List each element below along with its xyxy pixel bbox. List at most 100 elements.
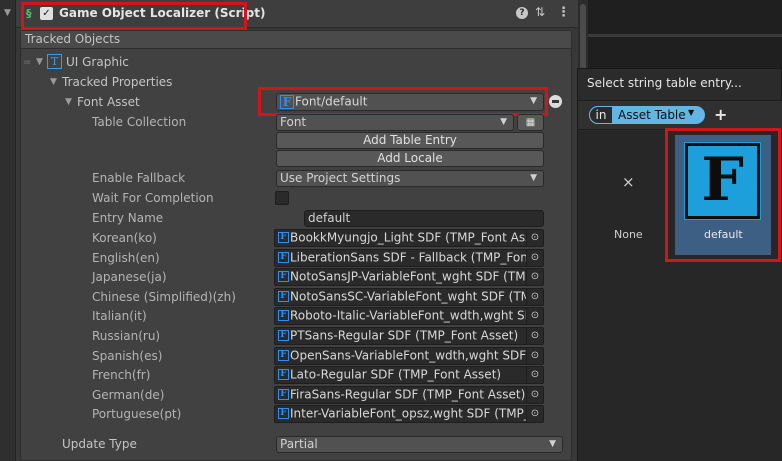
expand-tracked-properties-icon[interactable]: ▼ <box>50 77 57 87</box>
locale-font-field[interactable]: F LiberationSans SDF - Fallback (TMP_Font… <box>274 249 544 267</box>
wait-for-completion-label: Wait For Completion <box>92 191 214 205</box>
enable-fallback-dropdown[interactable]: Use Project Settings ▼ <box>276 170 544 187</box>
entry-tile-none[interactable]: × None <box>590 150 664 254</box>
font-asset-icon: F <box>278 389 289 400</box>
add-table-entry-button[interactable]: Add Table Entry <box>276 132 544 149</box>
add-filter-icon[interactable]: + <box>714 105 727 124</box>
table-grid-icon: ▦ <box>525 117 536 128</box>
locale-font-value: Lato-Regular SDF (TMP_Font Asset) <box>290 367 502 382</box>
font-asset-dropdown[interactable]: F Font/default ▼ <box>276 93 544 111</box>
expand-ui-graphic-icon[interactable]: ▼ <box>36 57 43 67</box>
entry-tile-default[interactable]: F default <box>675 135 771 255</box>
font-asset-icon: F <box>278 232 289 243</box>
chevron-down-icon: ▼ <box>530 96 537 106</box>
help-icon[interactable]: ? <box>516 7 528 19</box>
object-picker-icon[interactable]: ⊙ <box>526 348 543 364</box>
tracked-properties-label: Tracked Properties <box>62 75 173 89</box>
update-type-value: Partial <box>280 437 318 451</box>
object-picker-icon[interactable]: ⊙ <box>526 269 543 285</box>
chevron-down-icon: ▼ <box>688 108 695 117</box>
font-asset-icon: F <box>278 369 289 380</box>
locale-font-value: BookkMyungjo_Light SDF (TMP_Font Asse <box>290 230 539 245</box>
font-asset-icon: F <box>278 271 289 282</box>
enabled-checkbox[interactable]: ✓ <box>40 7 53 20</box>
locale-font-field[interactable]: F PTSans-Regular SDF (TMP_Font Asset) ⊙ <box>274 327 544 345</box>
chevron-down-icon: ▼ <box>530 173 537 183</box>
wait-for-completion-checkbox[interactable] <box>275 191 289 205</box>
locale-font-value: NotoSansJP-VariableFont_wght SDF (TMF <box>290 269 533 284</box>
component-title: Game Object Localizer (Script) <box>59 6 266 20</box>
locale-label: Russian(ru) <box>92 329 161 343</box>
object-picker-icon[interactable]: ⊙ <box>526 406 543 422</box>
entry-name-value: default <box>308 211 351 225</box>
locale-font-field[interactable]: F NotoSansSC-VariableFont_wght SDF (TMI ⊙ <box>274 288 544 306</box>
ui-text-icon: T <box>47 54 62 69</box>
font-asset-icon: F <box>278 252 289 263</box>
locale-label: Chinese (Simplified)(zh) <box>92 290 236 304</box>
table-collection-label: Table Collection <box>92 115 187 129</box>
font-asset-icon: F <box>278 350 289 361</box>
font-asset-value: Font/default <box>295 94 368 109</box>
none-icon: × <box>622 173 635 191</box>
filter-prefix: in <box>589 106 613 124</box>
locale-font-field[interactable]: F Inter-VariableFont_opsz,wght SDF (TMP_F… <box>274 405 544 423</box>
locale-label: Portuguese(pt) <box>92 407 182 421</box>
entry-name-label: Entry Name <box>92 211 164 225</box>
object-picker-icon[interactable]: ⊙ <box>526 308 543 324</box>
entry-name-input[interactable]: default <box>304 210 544 227</box>
object-picker-icon[interactable]: ⊙ <box>526 230 543 246</box>
enable-fallback-value: Use Project Settings <box>280 171 401 185</box>
tracked-object-name: UI Graphic <box>66 55 129 69</box>
table-collection-dropdown[interactable]: Font ▼ <box>276 114 514 131</box>
font-asset-icon: F <box>278 408 289 419</box>
update-type-label: Update Type <box>62 437 137 451</box>
component-menu-icon[interactable]: ⋮ <box>557 5 570 20</box>
locale-label: English(en) <box>92 251 160 265</box>
locale-font-field[interactable]: F NotoSansJP-VariableFont_wght SDF (TMF ⊙ <box>274 268 544 286</box>
font-asset-icon: F <box>278 291 289 302</box>
add-locale-button[interactable]: Add Locale <box>276 150 544 167</box>
locale-label: German(de) <box>92 388 165 402</box>
object-picker-icon[interactable]: ⊙ <box>526 289 543 305</box>
minus-icon <box>552 100 559 103</box>
inspector-left-strip <box>0 0 16 461</box>
locale-font-field[interactable]: F FiraSans-Regular SDF (TMP_Font Asset) ⊙ <box>274 386 544 404</box>
locale-label: Korean(ko) <box>92 231 157 245</box>
expand-font-asset-icon[interactable]: ▼ <box>65 97 72 107</box>
table-window-button[interactable]: ▦ <box>517 114 544 131</box>
entry-label-none: None <box>614 228 643 241</box>
locale-font-value: OpenSans-VariableFont_wdth,wght SDF ( <box>290 348 535 363</box>
drag-handle-icon[interactable]: = <box>23 57 31 68</box>
font-asset-icon: F <box>278 310 289 321</box>
font-asset-icon: F <box>280 94 294 109</box>
locale-font-field[interactable]: F BookkMyungjo_Light SDF (TMP_Font Asse ⊙ <box>274 229 544 247</box>
font-asset-large-icon: F <box>685 143 760 219</box>
asset-table-filter[interactable]: in Asset Table ▼ <box>589 106 705 124</box>
object-picker-icon[interactable]: ⊙ <box>526 250 543 266</box>
font-asset-label: Font Asset <box>77 95 140 109</box>
update-type-dropdown[interactable]: Partial ▼ <box>276 436 563 453</box>
enable-fallback-label: Enable Fallback <box>92 171 186 185</box>
filter-value: Asset Table <box>618 108 686 122</box>
chevron-down-icon: ▼ <box>549 439 556 449</box>
sliders-icon[interactable]: ⇅ <box>535 5 545 19</box>
scene-toolbar-line <box>588 34 782 37</box>
script-icon: § <box>26 7 32 20</box>
collapse-component-icon[interactable]: ▼ <box>4 8 11 18</box>
object-picker-icon[interactable]: ⊙ <box>526 387 543 403</box>
locale-font-field[interactable]: F OpenSans-VariableFont_wdth,wght SDF (⊙ <box>274 347 544 365</box>
locale-label: French(fr) <box>92 368 151 382</box>
object-picker-icon[interactable]: ⊙ <box>526 367 543 383</box>
font-asset-icon: F <box>278 330 289 341</box>
remove-property-button[interactable] <box>549 95 562 108</box>
locale-font-value: PTSans-Regular SDF (TMP_Font Asset) <box>290 328 519 343</box>
locale-font-value: Roboto-Italic-VariableFont_wdth,wght SDI <box>290 308 538 323</box>
popup-title: Select string table entry... <box>587 76 742 90</box>
locale-label: Italian(it) <box>92 309 147 323</box>
locale-font-value: Inter-VariableFont_opsz,wght SDF (TMP_F <box>290 406 537 421</box>
locale-font-value: LiberationSans SDF - Fallback (TMP_Font <box>290 250 533 265</box>
entry-label-default: default <box>704 228 743 241</box>
locale-font-field[interactable]: F Lato-Regular SDF (TMP_Font Asset) ⊙ <box>274 366 544 384</box>
object-picker-icon[interactable]: ⊙ <box>526 328 543 344</box>
locale-font-field[interactable]: F Roboto-Italic-VariableFont_wdth,wght SD… <box>274 307 544 325</box>
